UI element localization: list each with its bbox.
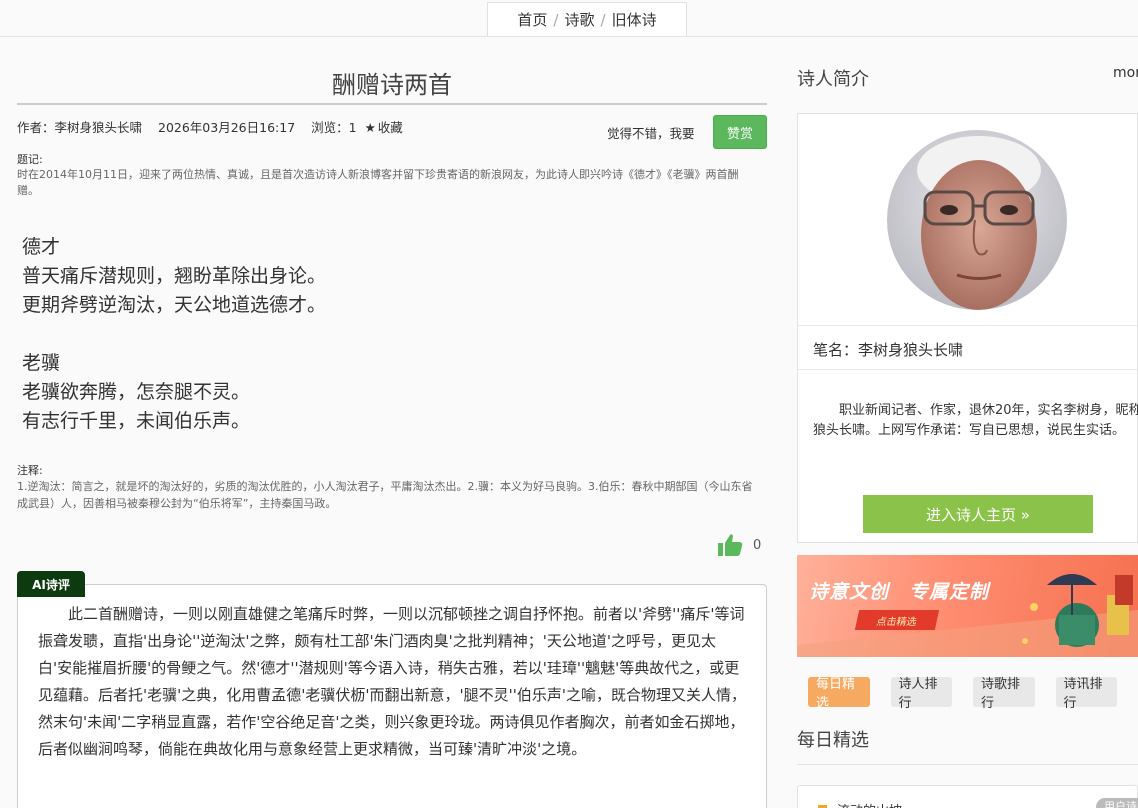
daily-picks-title: 每日精选	[797, 730, 869, 751]
poem1-line: 更期斧劈逆淘汰，天公地道选德才。	[22, 294, 327, 316]
breadcrumb: 首页 / 诗歌 / 旧体诗	[487, 2, 687, 36]
reward-prompt: 觉得不错，我要	[607, 126, 695, 141]
article-date: 2026年03月26日16:17	[158, 120, 296, 135]
article-title: 酬赠诗两首	[332, 71, 452, 99]
poem2-line: 有志行千里，未闻伯乐声。	[22, 410, 251, 432]
user-poem-badge: 用户诗	[1096, 798, 1138, 808]
daily-picks-list: 流动的山坡 用户诗	[797, 785, 1138, 808]
article-views: 浏览：1	[311, 120, 357, 135]
preface-label: 题记:	[17, 153, 43, 166]
poet-intro-title: 诗人简介	[797, 69, 869, 90]
ai-review-box: 此二首酬赠诗，一则以刚直雄健之笔痛斥时弊，一则以沉郁顿挫之调自抒怀抱。前者以'斧…	[17, 584, 767, 808]
banner-ribbon: 点击精选	[854, 610, 940, 630]
reward-button[interactable]: 赞赏	[713, 115, 767, 149]
preface-text: 时在2014年10月11日，迎来了两位热情、真诚，且是首次造访诗人新浪博客并留下…	[17, 168, 739, 197]
banner-decoration-icon	[797, 574, 1138, 657]
avatar	[887, 130, 1067, 310]
breadcrumb-poetry-link[interactable]: 诗歌	[564, 9, 594, 30]
list-item[interactable]: 流动的山坡	[818, 800, 902, 808]
poem1-line: 普天痛斥潜规则，翘盼革除出身论。	[22, 265, 327, 287]
title-divider	[17, 103, 767, 105]
poem2-line: 老骥欲奔腾，怎奈腿不灵。	[22, 381, 251, 403]
tab-poem-ranking[interactable]: 诗歌排行	[973, 677, 1035, 711]
thumbs-up-icon	[718, 534, 743, 556]
like-count: 0	[753, 537, 762, 553]
ranking-tabs: 每日精选 诗人排行 诗歌排行 诗讯排行	[808, 677, 1138, 711]
poet-card: 笔名：李树身狼头长啸 职业新闻记者、作家，退休20年，实名李树身，昵称狼头长啸。…	[797, 113, 1138, 543]
poem1-title: 德才	[22, 236, 61, 258]
poem-body: 德才 普天痛斥潜规则，翘盼革除出身论。 更期斧劈逆淘汰，天公地道选德才。 老骥 …	[22, 233, 326, 436]
tab-news-ranking[interactable]: 诗讯排行	[1055, 677, 1117, 711]
poet-pen-name: 笔名：李树身狼头长啸	[813, 341, 964, 359]
more-link[interactable]: more	[1113, 65, 1138, 81]
ai-review-tag: AI诗评	[17, 571, 85, 597]
enter-poet-homepage-button[interactable]: 进入诗人主页 »	[863, 495, 1093, 533]
article-meta: 作者：李树身狼头长啸 2026年03月26日16:17 浏览：1 ★ 收藏	[17, 117, 415, 136]
breadcrumb-category-link[interactable]: 旧体诗	[612, 9, 657, 30]
promo-banner[interactable]: 诗意文创 专属定制 点击精选	[797, 555, 1138, 657]
banner-title: 诗意文创 专属定制	[809, 581, 990, 603]
divider	[798, 369, 1138, 370]
poem2-title: 老骥	[22, 352, 61, 374]
annotation-label: 注释:	[17, 464, 43, 477]
breadcrumb-separator: /	[600, 10, 606, 29]
star-icon: ★	[364, 120, 376, 135]
divider	[798, 325, 1138, 326]
tab-poet-ranking[interactable]: 诗人排行	[890, 677, 952, 711]
list-item-title: 流动的山坡	[837, 800, 902, 808]
divider	[797, 764, 1138, 765]
breadcrumb-separator: /	[553, 10, 559, 29]
poet-bio: 职业新闻记者、作家，退休20年，实名李树身，昵称狼头长啸。上网写作承诺：写自已思…	[813, 403, 1138, 438]
article-author[interactable]: 作者：李树身狼头长啸	[17, 120, 142, 135]
favorite-label: 收藏	[377, 120, 403, 135]
favorite-button[interactable]: ★ 收藏	[365, 120, 415, 135]
annotation-text: 1.逆淘汰：简言之，就是坏的淘汰好的，劣质的淘汰优胜的，小人淘汰君子，平庸淘汰杰…	[17, 480, 753, 510]
breadcrumb-bar: 首页 / 诗歌 / 旧体诗	[0, 0, 1138, 37]
poet-portrait-icon	[887, 130, 1067, 310]
ai-review-text: 此二首酬赠诗，一则以刚直雄健之笔痛斥时弊，一则以沉郁顿挫之调自抒怀抱。前者以'斧…	[38, 605, 746, 758]
breadcrumb-home-link[interactable]: 首页	[517, 9, 547, 30]
tab-daily-picks[interactable]: 每日精选	[808, 677, 870, 711]
like-button[interactable]: 0	[717, 533, 761, 557]
